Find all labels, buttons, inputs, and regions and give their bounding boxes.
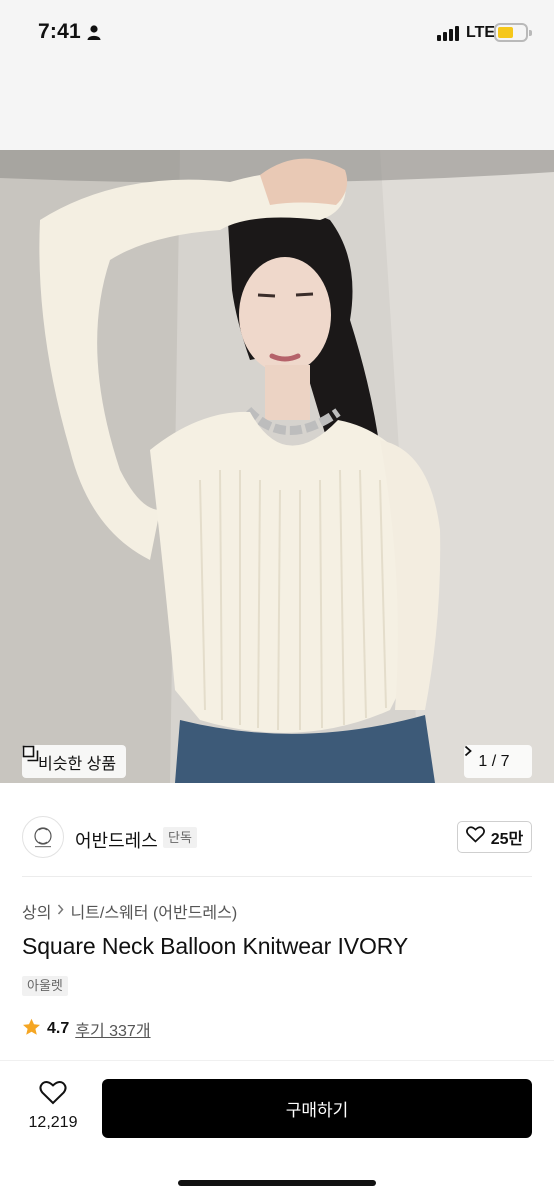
person-icon <box>87 25 101 45</box>
breadcrumb: 상의 니트/스웨터 (어반드레스) <box>22 899 237 923</box>
brand-like-button[interactable]: 25만 <box>457 821 532 853</box>
rating-score: 4.7 <box>47 1020 70 1037</box>
wishlist-button[interactable]: 12,219 <box>22 1080 84 1132</box>
home-indicator <box>178 1180 376 1186</box>
divider <box>22 876 532 877</box>
breadcrumb-subcategory[interactable]: 니트/스웨터 (어반드레스) <box>70 899 237 923</box>
seller-row[interactable]: 어반드레스 단독 25만 <box>0 800 554 876</box>
divider <box>0 1060 554 1061</box>
seller-name[interactable]: 어반드레스 <box>75 827 158 853</box>
image-counter[interactable]: 1 / 7 <box>464 745 532 778</box>
outlet-tag: 아울렛 <box>22 976 68 996</box>
heart-outline-icon <box>39 1080 67 1109</box>
wish-count: 12,219 <box>28 1114 78 1131</box>
battery-icon <box>494 23 532 42</box>
network-type: LTE <box>466 24 496 41</box>
image-counter-text: 1 / 7 <box>478 752 510 770</box>
chevron-right-icon <box>57 902 64 920</box>
buy-button[interactable]: 구매하기 <box>102 1079 532 1138</box>
heart-outline-icon <box>465 826 485 848</box>
brand-like-count: 25만 <box>490 831 524 848</box>
bottom-bar: 12,219 구매하기 <box>0 1062 554 1200</box>
exclusive-badge: 단독 <box>163 827 197 848</box>
breadcrumb-category[interactable]: 상의 <box>22 899 51 923</box>
product-image[interactable]: 비슷한 상품 1 / 7 <box>0 150 554 783</box>
signal-icon <box>437 26 459 41</box>
product-title: Square Neck Balloon Knitwear IVORY <box>22 933 409 959</box>
status-time: 7:41 <box>38 20 81 43</box>
similar-products-label: 비슷한 상품 <box>38 755 117 773</box>
status-bar: 7:41 LTE <box>0 0 554 150</box>
reviews-link[interactable]: 후기 337개 <box>75 1017 150 1041</box>
seller-logo[interactable] <box>22 816 64 858</box>
rating-row: 4.7 후기 337개 <box>22 1017 151 1041</box>
similar-products-button[interactable]: 비슷한 상품 <box>22 745 127 778</box>
star-icon <box>22 1018 41 1041</box>
